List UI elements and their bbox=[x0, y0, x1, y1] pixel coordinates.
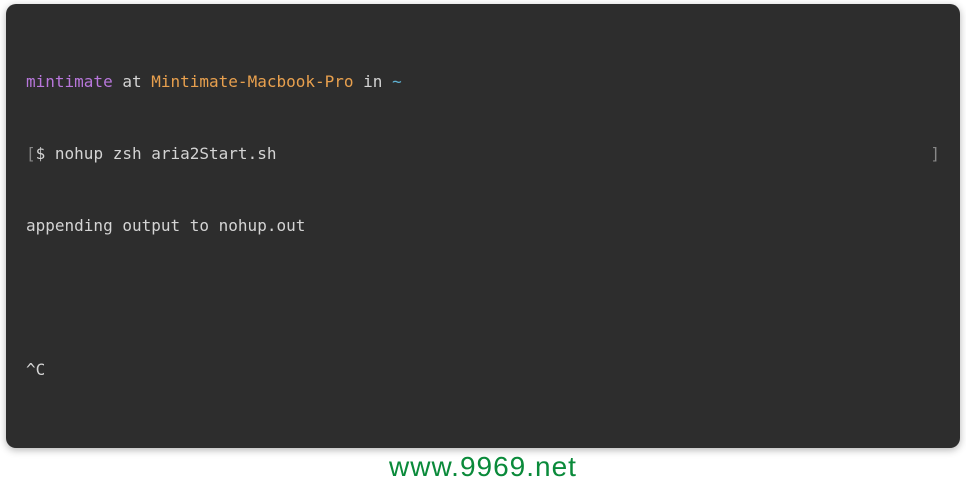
blank-line bbox=[26, 286, 940, 310]
command-line-1: [$ nohup zsh aria2Start.sh] bbox=[26, 142, 940, 166]
terminal-content: mintimate at Mintimate-Macbook-Pro in ~ … bbox=[26, 22, 940, 448]
prompt-in: in bbox=[354, 72, 393, 91]
prompt-at: at bbox=[113, 72, 152, 91]
interrupt-line: ^C bbox=[26, 358, 940, 382]
output-line-1: appending output to nohup.out bbox=[26, 214, 940, 238]
right-bracket: ] bbox=[930, 142, 940, 166]
terminal-window[interactable]: mintimate at Mintimate-Macbook-Pro in ~ … bbox=[6, 4, 960, 448]
prompt-line-1: mintimate at Mintimate-Macbook-Pro in ~ bbox=[26, 70, 940, 94]
prompt-host: Mintimate-Macbook-Pro bbox=[151, 72, 353, 91]
prompt-symbol: $ bbox=[36, 144, 55, 163]
left-bracket: [ bbox=[26, 144, 36, 163]
watermark-text: www.9969.net bbox=[389, 446, 577, 488]
prompt-user: mintimate bbox=[26, 72, 113, 91]
prompt-path: ~ bbox=[392, 72, 402, 91]
command-text: nohup zsh aria2Start.sh bbox=[55, 144, 277, 163]
